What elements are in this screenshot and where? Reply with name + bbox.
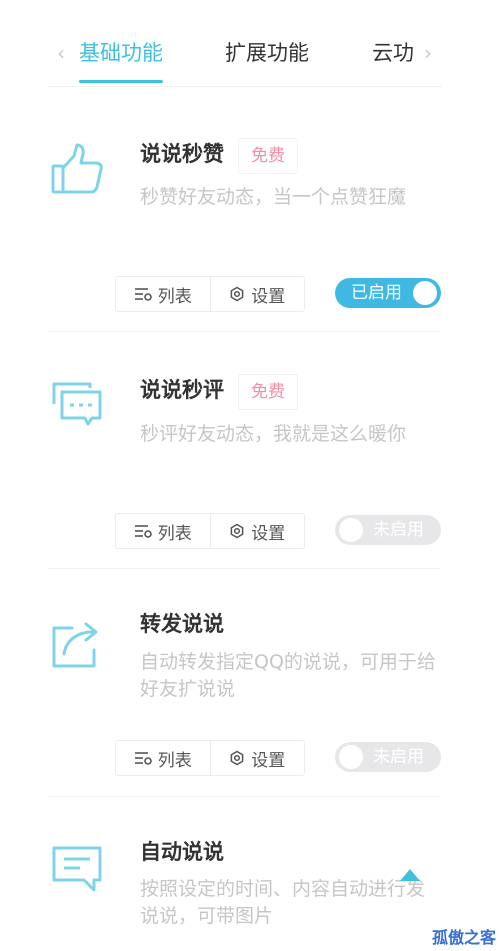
action-button-group: 列表 设置 — [115, 513, 305, 549]
chat-bubbles-icon — [52, 382, 102, 426]
tab-cloud[interactable]: 云功 — [372, 38, 414, 68]
settings-icon — [230, 286, 244, 302]
arrow-up-icon[interactable] — [399, 868, 421, 882]
toggle-label: 未启用 — [373, 747, 424, 767]
toggle-knob — [339, 745, 363, 769]
action-button-group: 列表 设置 — [115, 276, 305, 312]
enable-toggle[interactable]: 未启用 — [335, 515, 441, 545]
enable-toggle[interactable]: 未启用 — [335, 742, 441, 772]
tabs-divider — [48, 86, 442, 87]
share-icon — [52, 622, 98, 668]
active-tab-indicator — [79, 80, 163, 83]
settings-button[interactable]: 设置 — [209, 277, 305, 311]
list-label: 列表 — [157, 750, 192, 771]
settings-label: 设置 — [251, 286, 286, 307]
enable-toggle[interactable]: 已启用 — [335, 278, 441, 308]
tab-basic[interactable]: 基础功能 — [79, 38, 163, 68]
toggle-label: 未启用 — [373, 520, 424, 540]
chevron-right-icon[interactable]: › — [421, 40, 435, 66]
settings-icon — [230, 750, 244, 766]
settings-label: 设置 — [251, 750, 286, 771]
list-icon — [134, 752, 152, 765]
toggle-knob — [339, 518, 363, 542]
settings-button[interactable]: 设置 — [209, 741, 305, 775]
list-label: 列表 — [157, 286, 192, 307]
feature-description: 秒评好友动态，我就是这么暖你 — [140, 423, 407, 445]
list-button[interactable]: 列表 — [116, 277, 210, 311]
chevron-left-icon[interactable]: ‹ — [54, 40, 68, 66]
card-divider — [48, 796, 440, 797]
message-icon — [52, 846, 102, 892]
list-button[interactable]: 列表 — [116, 741, 210, 775]
settings-label: 设置 — [251, 523, 286, 544]
settings-button[interactable]: 设置 — [209, 514, 305, 548]
list-icon — [134, 288, 152, 301]
watermark: 孤傲之客 — [432, 928, 497, 947]
toggle-label: 已启用 — [351, 283, 402, 303]
tab-bar: ‹ 基础功能 扩展功能 云功 › — [0, 0, 500, 87]
toggle-knob — [413, 281, 437, 305]
list-icon — [134, 525, 152, 538]
feature-title: 转发说说 — [140, 612, 224, 636]
free-badge: 免费 — [238, 138, 298, 174]
feature-title: 自动说说 — [140, 840, 224, 864]
feature-description: 秒赞好友动态，当一个点赞狂魔 — [140, 186, 407, 208]
feature-title: 说说秒评 — [140, 378, 224, 402]
thumbs-up-icon — [51, 143, 103, 194]
list-button[interactable]: 列表 — [116, 514, 210, 548]
feature-title: 说说秒赞 — [140, 142, 224, 166]
settings-icon — [230, 523, 244, 539]
tab-extended[interactable]: 扩展功能 — [225, 38, 309, 68]
list-label: 列表 — [157, 523, 192, 544]
card-divider — [48, 568, 440, 569]
feature-description: 按照设定的时间、内容自动进行发说说，可带图片 — [140, 878, 426, 927]
feature-description: 自动转发指定QQ的说说，可用于给好友扩说说 — [140, 651, 436, 700]
action-button-group: 列表 设置 — [115, 740, 305, 776]
card-divider — [48, 331, 440, 332]
free-badge: 免费 — [238, 374, 298, 410]
